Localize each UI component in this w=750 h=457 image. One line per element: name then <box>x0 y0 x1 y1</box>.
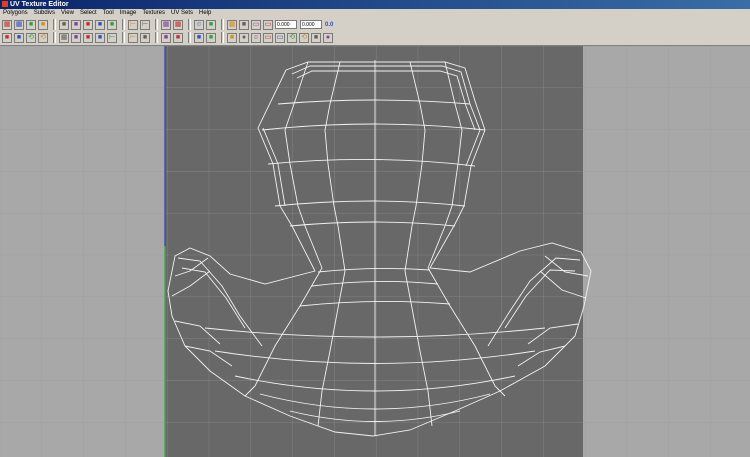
window-title: UV Texture Editor <box>10 1 69 8</box>
flip-v-icon[interactable]: ■ <box>71 19 81 30</box>
menu-select[interactable]: Select <box>77 9 100 17</box>
unfold-icon[interactable]: ■ <box>83 32 93 43</box>
shaded-icon[interactable]: ■ <box>194 32 204 43</box>
red-circle-icon[interactable]: ● <box>239 32 249 43</box>
paste-uv-icon[interactable]: ▭ <box>263 19 273 30</box>
grid-view2-icon[interactable]: ▦ <box>173 19 183 30</box>
u-value-field[interactable]: 0.000 <box>275 20 297 29</box>
person-icon[interactable]: ☺ <box>251 32 261 43</box>
menu-textures[interactable]: Textures <box>139 9 168 17</box>
grid-view-icon[interactable]: ▦ <box>161 19 171 30</box>
layout-icon[interactable]: ■ <box>95 19 105 30</box>
zero-label[interactable]: 0.0 <box>325 22 333 28</box>
toolbar-separator <box>188 19 191 30</box>
menu-view[interactable]: View <box>58 9 77 17</box>
toolbar-separator <box>221 19 224 30</box>
toolbar-separator <box>221 32 224 43</box>
align-bottom-icon[interactable]: ⊢ <box>107 32 117 43</box>
checker-icon[interactable]: ▦ <box>2 19 12 30</box>
shuffle-icon[interactable]: ■ <box>311 32 321 43</box>
palette-icon[interactable]: ■ <box>71 32 81 43</box>
menu-polygons[interactable]: Polygons <box>0 9 31 17</box>
rotate-ccw-icon[interactable]: ⟲ <box>26 32 36 43</box>
avatar-icon[interactable]: ☺ <box>194 19 204 30</box>
uv-zero-one-range <box>165 46 583 457</box>
paste-icon[interactable]: ▭ <box>275 32 285 43</box>
move-uv-icon[interactable]: ■ <box>38 19 48 30</box>
toolbar-separator <box>155 19 158 30</box>
pin-icon[interactable]: ■ <box>2 32 12 43</box>
toolbar-separator <box>122 32 125 43</box>
copy-icon[interactable]: ▭ <box>263 32 273 43</box>
grid-toggle-icon[interactable]: ▦ <box>227 19 237 30</box>
color-icon[interactable]: ■ <box>206 32 216 43</box>
toolbar-separator <box>155 32 158 43</box>
menu-tool[interactable]: Tool <box>100 9 117 17</box>
menu-uv-sets[interactable]: UV Sets <box>168 9 196 17</box>
app-icon <box>2 1 8 7</box>
menu-image[interactable]: Image <box>117 9 140 17</box>
menu-help[interactable]: Help <box>196 9 214 17</box>
toolbar-row-1: ▦ ▦ ■ ■ ■ ■ ■ ■ ■ ⊢ ⊢ ▦ ▦ ☺ ■ ▦ ■ ▭ ▭ 0.000 0.000 0.0 <box>2 18 333 31</box>
isolate-icon[interactable]: ■ <box>140 32 150 43</box>
menu-subdivs[interactable]: Subdivs <box>31 9 58 17</box>
target-icon[interactable]: ● <box>323 32 333 43</box>
display-icon[interactable]: ■ <box>173 32 183 43</box>
toolbar: ▦ ▦ ■ ■ ■ ■ ■ ■ ■ ⊢ ⊢ ▦ ▦ ☺ ■ ▦ ■ ▭ ▭ 0.000 0.000 0.0 ■ ■ ⟲ ⟲ ▦ ■ ■… <box>0 17 750 46</box>
rotate-cw-icon[interactable]: ⟲ <box>38 32 48 43</box>
sew-icon[interactable]: ■ <box>107 19 117 30</box>
align-left-icon[interactable]: ⊢ <box>128 19 138 30</box>
dim-icon[interactable]: ■ <box>227 32 237 43</box>
flip-u-icon[interactable]: ■ <box>59 19 69 30</box>
toolbar-separator <box>188 32 191 43</box>
uv-canvas[interactable] <box>0 46 750 457</box>
snapshot-icon[interactable]: ■ <box>14 32 24 43</box>
toolbar-separator <box>53 32 56 43</box>
cut-arrow-icon[interactable]: ■ <box>26 19 36 30</box>
toolbar-row-2: ■ ■ ⟲ ⟲ ▦ ■ ■ ■ ⊢ ⊢ ■ ■ ■ ■ ■ ■ ● ☺ ▭ ▭ ⟲ ⟲ ■ ● <box>2 31 335 44</box>
cycle2-icon[interactable]: ⟲ <box>299 32 309 43</box>
align-right-icon[interactable]: ⊢ <box>140 19 150 30</box>
align-top-icon[interactable]: ⊢ <box>128 32 138 43</box>
toolbar-separator <box>53 19 56 30</box>
grid-select-icon[interactable]: ▦ <box>14 19 24 30</box>
copy-uv-icon[interactable]: ▭ <box>251 19 261 30</box>
menu-bar: Polygons Subdivs View Select Tool Image … <box>0 9 750 17</box>
uv-editor-viewport[interactable] <box>0 46 750 457</box>
title-bar: UV Texture Editor <box>0 0 750 9</box>
cube-icon[interactable]: ■ <box>83 19 93 30</box>
cycle-icon[interactable]: ⟲ <box>287 32 297 43</box>
diagonal-icon[interactable]: ■ <box>206 19 216 30</box>
v-value-field[interactable]: 0.000 <box>300 20 322 29</box>
relax-icon[interactable]: ■ <box>95 32 105 43</box>
isolate2-icon[interactable]: ■ <box>161 32 171 43</box>
grid-small-icon[interactable]: ▦ <box>59 32 69 43</box>
toolbar-separator <box>122 19 125 30</box>
texture-icon[interactable]: ■ <box>239 19 249 30</box>
